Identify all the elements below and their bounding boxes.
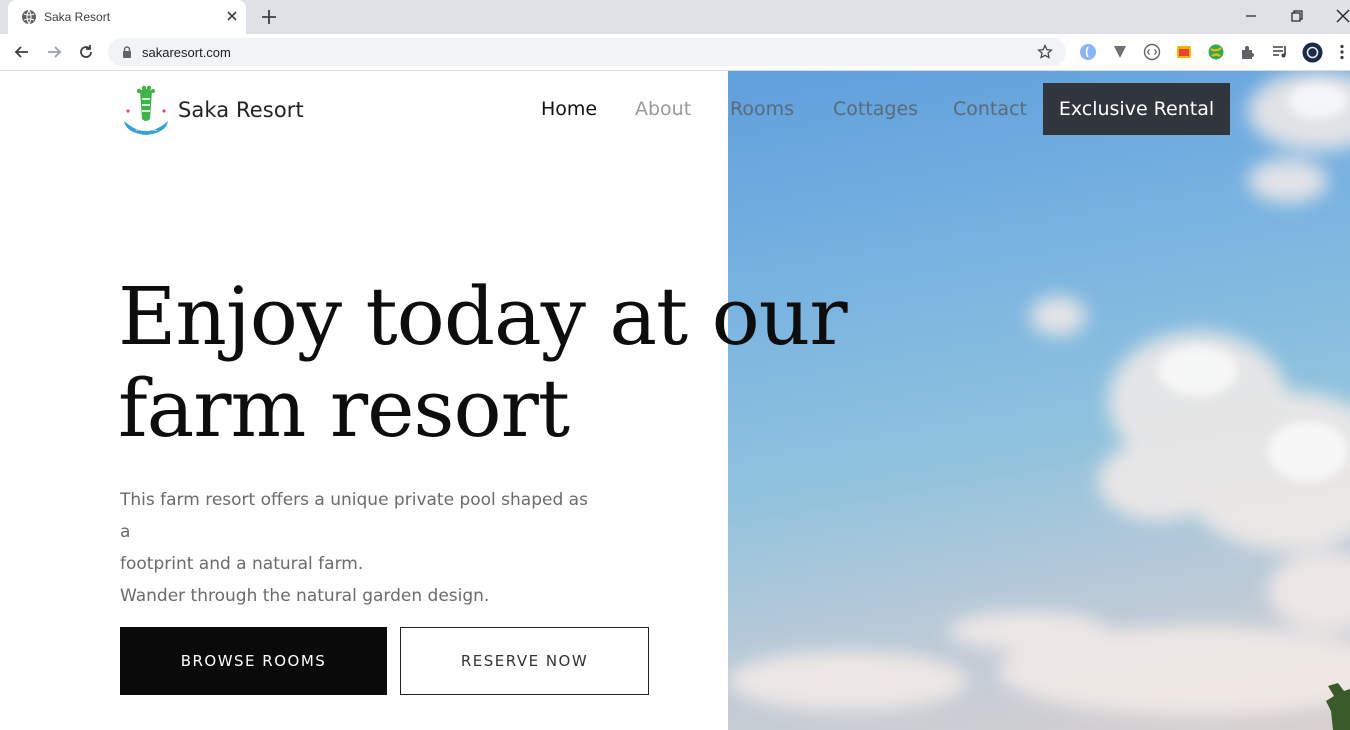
close-tab-icon[interactable] xyxy=(224,8,240,24)
browse-rooms-button[interactable]: BROWSE ROOMS xyxy=(120,627,387,695)
nav-cottages[interactable]: Cottages xyxy=(833,98,918,120)
exclusive-rental-button[interactable]: Exclusive Rental xyxy=(1043,83,1230,135)
lead-line-3: Wander through the natural garden design… xyxy=(120,586,490,606)
browser-toolbar: sakaresort.com xyxy=(0,34,1350,71)
reserve-now-button[interactable]: RESERVE NOW xyxy=(400,627,649,695)
globe-icon xyxy=(22,9,36,25)
logo-text: TARLAC xyxy=(133,126,157,133)
address-bar[interactable]: sakaresort.com xyxy=(108,38,1066,66)
forward-icon[interactable] xyxy=(44,42,64,62)
nav-home[interactable]: Home xyxy=(541,98,597,120)
brand-name[interactable]: Saka Resort xyxy=(178,98,304,122)
resort-logo-icon[interactable]: TARLAC xyxy=(120,85,172,137)
minimize-icon[interactable] xyxy=(1241,6,1261,26)
new-tab-icon[interactable] xyxy=(259,7,279,27)
hero-headline: Enjoy today at our farm resort xyxy=(118,271,878,455)
nav-rooms[interactable]: Rooms xyxy=(730,98,794,120)
reload-icon[interactable] xyxy=(76,42,96,62)
url-text: sakaresort.com xyxy=(142,45,231,60)
tab-title: Saka Resort xyxy=(44,10,111,24)
headline-line-1: Enjoy today at our xyxy=(118,270,848,363)
nav-about[interactable]: About xyxy=(635,98,691,120)
extension-image-icon[interactable] xyxy=(1175,43,1193,61)
headline-line-2: farm resort xyxy=(118,362,570,455)
tab-strip: Saka Resort xyxy=(0,0,1350,34)
media-queue-icon[interactable] xyxy=(1271,43,1289,61)
lock-icon xyxy=(123,46,131,58)
nav-contact[interactable]: Contact xyxy=(953,98,1027,120)
browser-menu-icon[interactable] xyxy=(1333,43,1350,61)
close-window-icon[interactable] xyxy=(1333,6,1350,26)
extension-globe-icon[interactable] xyxy=(1207,43,1225,61)
extension-circle-icon[interactable] xyxy=(1079,43,1097,61)
lead-line-1: This farm resort offers a unique private… xyxy=(120,490,588,542)
web-page: TARLAC Saka Resort Home About Rooms Cott… xyxy=(0,71,1350,730)
profile-avatar-icon[interactable] xyxy=(1302,42,1323,63)
back-icon[interactable] xyxy=(12,42,32,62)
bookmark-star-icon[interactable] xyxy=(1037,44,1053,60)
restore-icon[interactable] xyxy=(1287,6,1307,26)
extension-v-icon[interactable] xyxy=(1111,43,1129,61)
lead-line-2: footprint and a natural farm. xyxy=(120,554,364,574)
extension-code-icon[interactable] xyxy=(1143,43,1161,61)
extensions-puzzle-icon[interactable] xyxy=(1239,43,1257,61)
browser-tab[interactable]: Saka Resort xyxy=(8,0,246,34)
hero-description: This farm resort offers a unique private… xyxy=(120,484,600,612)
